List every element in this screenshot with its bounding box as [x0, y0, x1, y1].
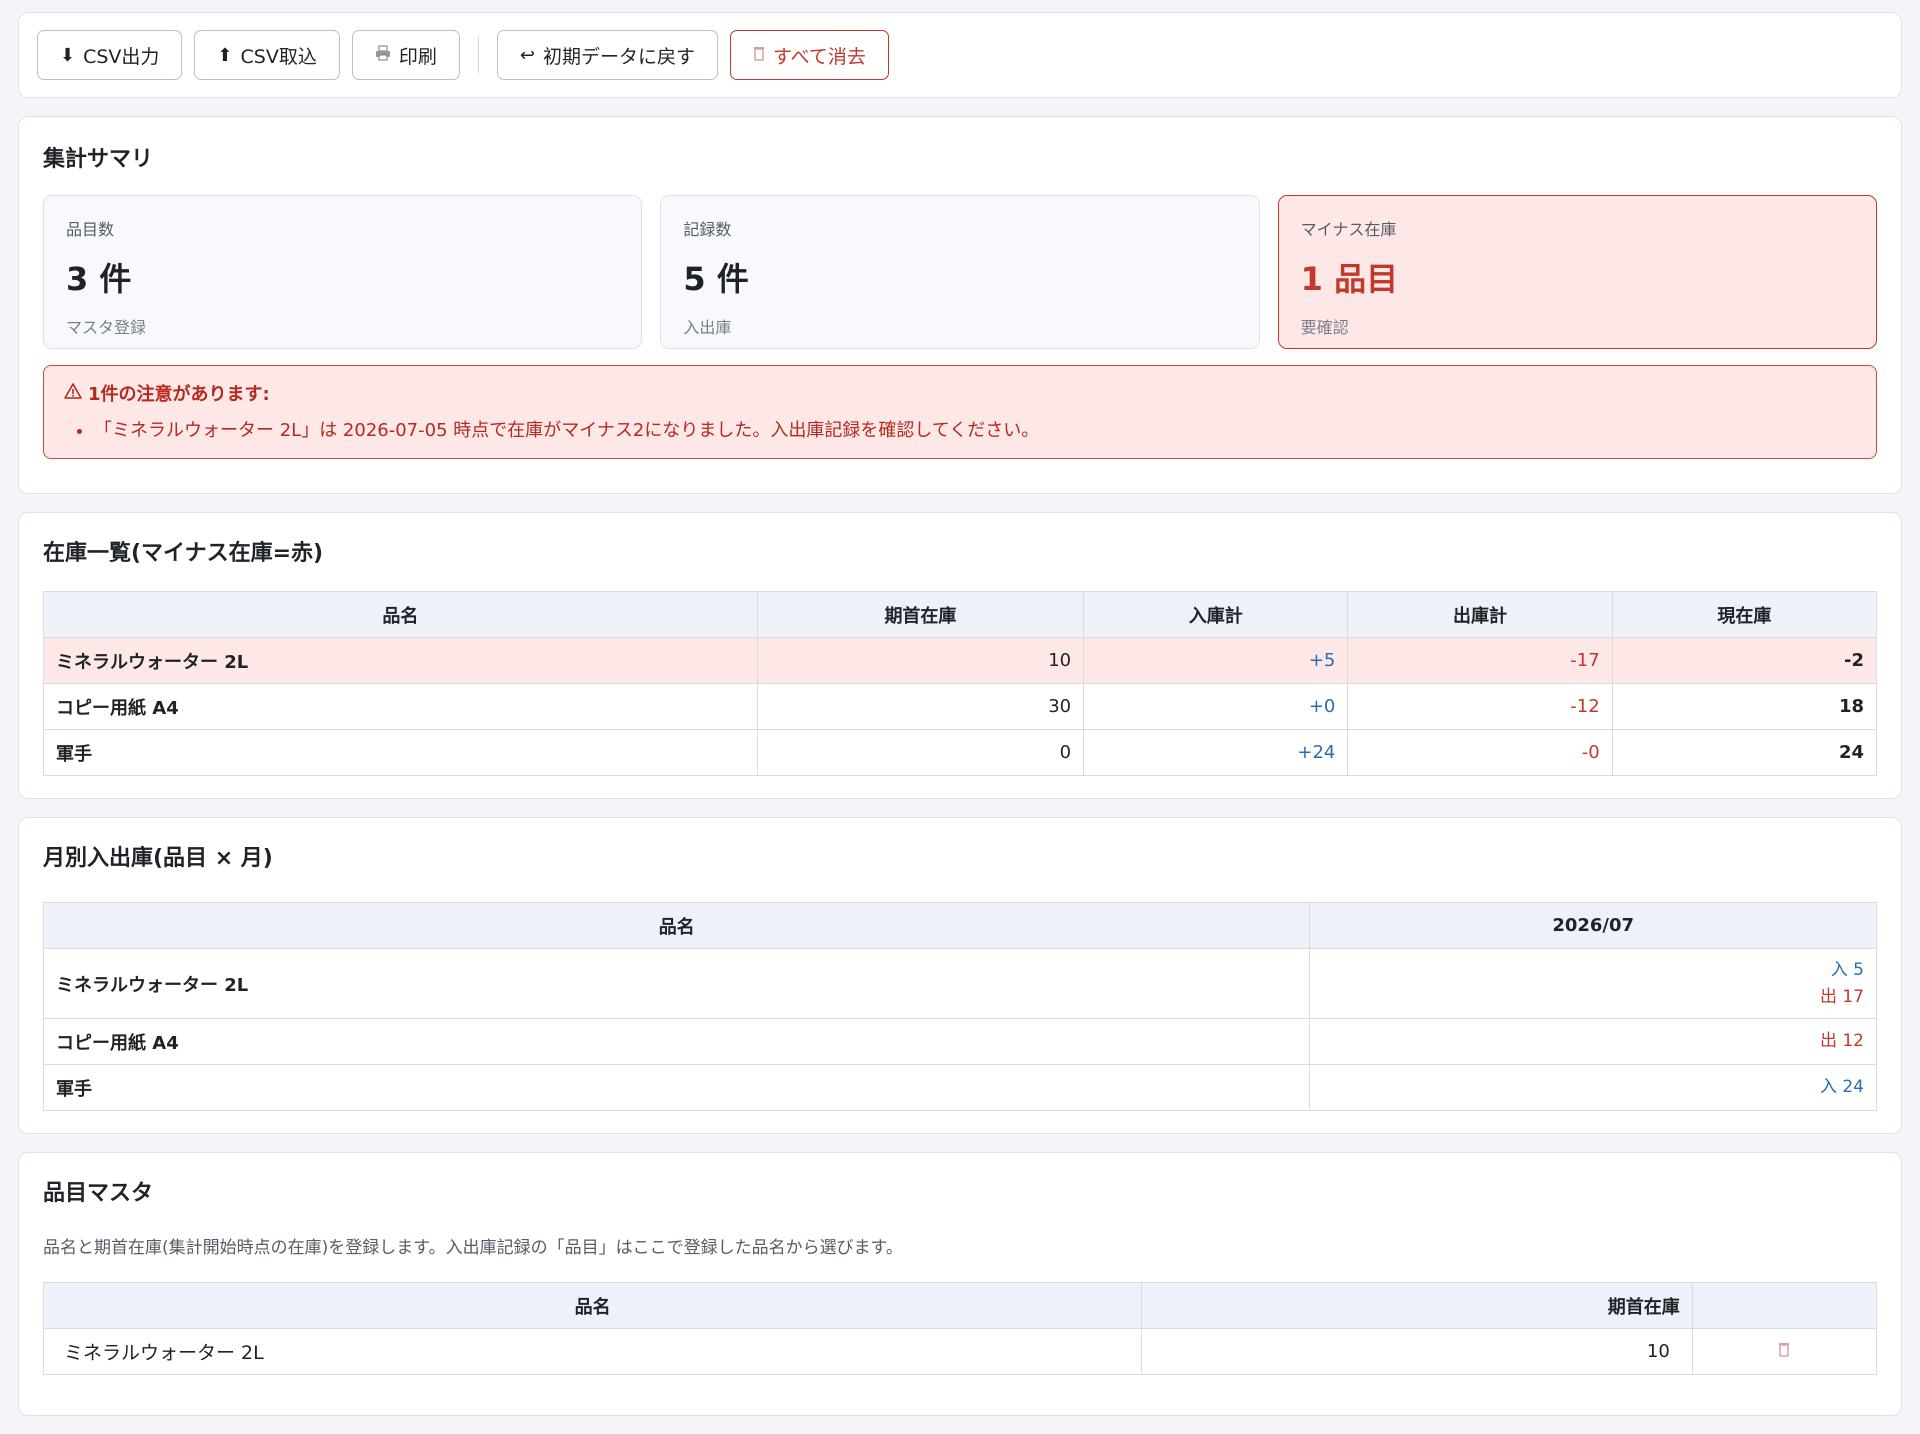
monthly-title: 月別入出庫(品目 × 月) — [43, 846, 273, 871]
stat-value: 1 品目 — [1300, 260, 1399, 298]
cell-name-input[interactable]: ミネラルウォーター 2L — [42, 1328, 1143, 1375]
summary-section: 集計サマリ 品目数 3 件 マスタ登録 記録数 5 件 入出庫 マイナス在庫 1… — [18, 116, 1902, 494]
warning-item: 「ミネラルウォーター 2L」は 2026-07-05 時点で在庫がマイナス2にな… — [94, 416, 1856, 442]
table-header-row: 品名 期首在庫 — [42, 1282, 1878, 1329]
warning-list: 「ミネラルウォーター 2L」は 2026-07-05 時点で在庫がマイナス2にな… — [64, 416, 1856, 442]
trash-icon — [1778, 1341, 1790, 1362]
stat-card-negative-stock: マイナス在庫 1 品目 要確認 — [1277, 195, 1877, 349]
master-section: 品目マスタ 品名と期首在庫(集計開始時点の在庫)を登録します。入出庫記録の「品目… — [18, 1152, 1902, 1416]
cell-opening: 30 — [756, 683, 1085, 730]
stat-sub: マスタ登録 — [66, 318, 147, 337]
cell-name: ミネラルウォーター 2L — [43, 637, 758, 684]
warning-triangle-icon — [64, 382, 82, 404]
stat-value: 3 件 — [66, 260, 132, 298]
stat-sub: 入出庫 — [683, 318, 732, 337]
upload-arrow-icon: ⬆ — [217, 44, 233, 66]
cell-name: コピー用紙 A4 — [43, 683, 758, 730]
cell-current: 24 — [1611, 729, 1878, 776]
table-row: ミネラルウォーター 2L 10 — [42, 1328, 1878, 1375]
col-header-name: 品名 — [42, 902, 1311, 949]
master-description: 品名と期首在庫(集計開始時点の在庫)を登録します。入出庫記録の「品目」はここで登… — [43, 1238, 903, 1258]
cell-in-total: +0 — [1083, 683, 1349, 730]
stat-label: 品目数 — [66, 220, 115, 239]
stat-card-items: 品目数 3 件 マスタ登録 — [43, 195, 643, 349]
master-table: 品名 期首在庫 ミネラルウォーター 2L 10 — [42, 1282, 1878, 1375]
undo-arrow-icon: ↩ — [519, 44, 535, 66]
csv-import-button[interactable]: ⬆ CSV取込 — [194, 30, 340, 80]
table-row: ミネラルウォーター 2L 入 5 出 17 — [42, 948, 1877, 1019]
stock-title: 在庫一覧(マイナス在庫=赤) — [43, 541, 324, 566]
cell-name: 軍手 — [43, 729, 758, 776]
download-arrow-icon: ⬇ — [60, 44, 76, 66]
cell-in-total: +24 — [1083, 729, 1349, 776]
col-header-in-total: 入庫計 — [1083, 591, 1349, 638]
table-header-row: 品名 2026/07 — [42, 902, 1877, 949]
stat-cards: 品目数 3 件 マスタ登録 記録数 5 件 入出庫 マイナス在庫 1 品目 要確… — [43, 195, 1877, 349]
toolbar-divider — [477, 37, 479, 73]
table-row: 軍手 0 +24 -0 24 — [43, 729, 1878, 776]
cell-name: ミネラルウォーター 2L — [42, 948, 1311, 1019]
print-button[interactable]: 印刷 — [351, 30, 460, 80]
month-out: 出 12 — [1819, 1031, 1864, 1051]
cell-in-total: +5 — [1083, 637, 1349, 684]
warning-title: 1件の注意があります: — [64, 380, 1856, 406]
cell-month: 入 24 — [1309, 1064, 1877, 1111]
col-header-out-total: 出庫計 — [1347, 591, 1613, 638]
stock-section: 在庫一覧(マイナス在庫=赤) 品名 期首在庫 入庫計 出庫計 現在庫 ミネラルウ… — [18, 512, 1902, 799]
table-row: コピー用紙 A4 出 12 — [42, 1018, 1877, 1065]
col-header-current: 現在庫 — [1611, 591, 1878, 638]
col-header-opening: 期首在庫 — [756, 591, 1085, 638]
table-header-row: 品名 期首在庫 入庫計 出庫計 現在庫 — [43, 591, 1878, 638]
clear-all-button[interactable]: すべて消去 — [729, 30, 889, 80]
cell-current: 18 — [1611, 683, 1878, 730]
col-header-actions — [1691, 1282, 1878, 1329]
month-out: 出 17 — [1819, 986, 1864, 1007]
month-in: 入 24 — [1819, 1077, 1864, 1097]
stat-sub: 要確認 — [1300, 318, 1349, 337]
monthly-table: 品名 2026/07 ミネラルウォーター 2L 入 5 出 17 コピー用紙 A… — [42, 902, 1877, 1111]
summary-title: 集計サマリ — [43, 147, 154, 172]
printer-icon — [375, 45, 391, 66]
table-row: ミネラルウォーター 2L 10 +5 -17 -2 — [43, 637, 1878, 684]
cell-out-total: -0 — [1347, 729, 1613, 776]
table-row: 軍手 入 24 — [42, 1064, 1877, 1111]
month-in: 入 5 — [1830, 959, 1864, 980]
cell-month: 入 5 出 17 — [1309, 948, 1877, 1019]
cell-opening: 0 — [756, 729, 1085, 776]
csv-export-button[interactable]: ⬇ CSV出力 — [37, 30, 183, 80]
stat-value: 5 件 — [683, 260, 749, 298]
cell-out-total: -17 — [1347, 637, 1613, 684]
cell-current: -2 — [1611, 637, 1878, 684]
reset-data-button[interactable]: ↩ 初期データに戻す — [496, 30, 718, 80]
delete-row-button[interactable] — [1691, 1328, 1878, 1375]
master-title: 品目マスタ — [43, 1181, 154, 1206]
stat-card-records: 記録数 5 件 入出庫 — [660, 195, 1260, 349]
cell-name: 軍手 — [42, 1064, 1311, 1111]
cell-out-total: -12 — [1347, 683, 1613, 730]
col-header-name: 品名 — [42, 1282, 1143, 1329]
stock-table: 品名 期首在庫 入庫計 出庫計 現在庫 ミネラルウォーター 2L 10 +5 -… — [43, 591, 1878, 776]
col-header-opening: 期首在庫 — [1141, 1282, 1693, 1329]
col-header-name: 品名 — [43, 591, 758, 638]
cell-opening-input[interactable]: 10 — [1141, 1328, 1693, 1375]
cell-name: コピー用紙 A4 — [42, 1018, 1311, 1065]
stat-label: 記録数 — [683, 220, 732, 239]
toolbar: ⬇ CSV出力 ⬆ CSV取込 印刷 ↩ 初期データに戻す すべて消去 — [18, 12, 1902, 98]
col-header-month: 2026/07 — [1309, 902, 1877, 949]
cell-month: 出 12 — [1309, 1018, 1877, 1065]
warning-box: 1件の注意があります: 「ミネラルウォーター 2L」は 2026-07-05 時… — [43, 365, 1877, 459]
stat-label: マイナス在庫 — [1300, 220, 1397, 239]
trash-icon — [753, 45, 765, 66]
monthly-section: 月別入出庫(品目 × 月) 品名 2026/07 ミネラルウォーター 2L 入 … — [18, 817, 1902, 1134]
table-row: コピー用紙 A4 30 +0 -12 18 — [43, 683, 1878, 730]
cell-opening: 10 — [756, 637, 1085, 684]
